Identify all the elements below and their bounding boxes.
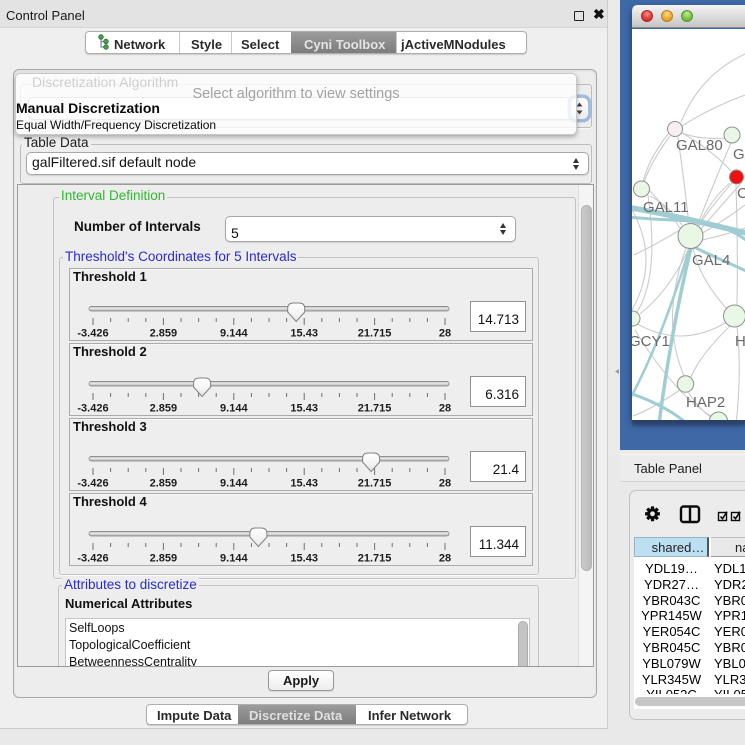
svg-text:2.859: 2.859 bbox=[150, 402, 178, 414]
svg-text:GAL4: GAL4 bbox=[692, 252, 730, 269]
svg-text:2.859: 2.859 bbox=[150, 552, 178, 564]
svg-text:-3.426: -3.426 bbox=[77, 402, 108, 414]
svg-text:2.859: 2.859 bbox=[150, 328, 178, 340]
svg-text:28: 28 bbox=[439, 328, 451, 340]
svg-text:-3.426: -3.426 bbox=[77, 552, 108, 564]
svg-text:GAL80: GAL80 bbox=[676, 137, 723, 154]
svg-text:HAP2: HAP2 bbox=[686, 394, 725, 411]
svg-text:21.715: 21.715 bbox=[358, 402, 392, 414]
svg-text:15.43: 15.43 bbox=[290, 402, 318, 414]
svg-text:9.144: 9.144 bbox=[220, 402, 248, 414]
svg-text:28: 28 bbox=[439, 477, 451, 489]
svg-text:CD: CD bbox=[737, 185, 745, 202]
svg-text:GCY1: GCY1 bbox=[632, 333, 670, 350]
svg-text:HI: HI bbox=[735, 333, 745, 350]
svg-text:21.715: 21.715 bbox=[358, 552, 392, 564]
svg-text:-3.426: -3.426 bbox=[77, 328, 108, 340]
svg-text:GAL: GAL bbox=[733, 146, 745, 163]
svg-text:-3.426: -3.426 bbox=[77, 477, 108, 489]
svg-text:GAL11: GAL11 bbox=[643, 199, 689, 216]
svg-text:15.43: 15.43 bbox=[290, 552, 318, 564]
svg-text:2.859: 2.859 bbox=[150, 477, 178, 489]
svg-text:28: 28 bbox=[439, 552, 451, 564]
svg-text:15.43: 15.43 bbox=[290, 477, 318, 489]
svg-text:21.715: 21.715 bbox=[358, 477, 392, 489]
svg-text:21.715: 21.715 bbox=[358, 328, 392, 340]
svg-text:9.144: 9.144 bbox=[220, 477, 248, 489]
svg-text:9.144: 9.144 bbox=[220, 552, 248, 564]
svg-text:28: 28 bbox=[439, 402, 451, 414]
svg-text:9.144: 9.144 bbox=[220, 328, 248, 340]
svg-text:15.43: 15.43 bbox=[290, 328, 318, 340]
